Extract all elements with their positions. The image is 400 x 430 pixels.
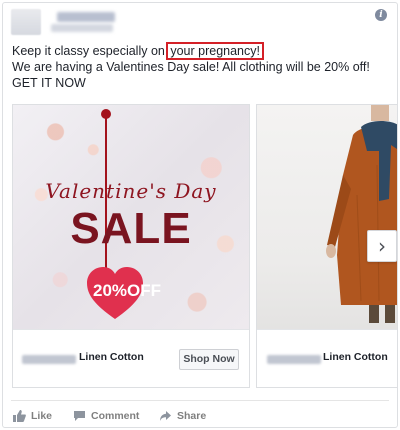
actions-divider <box>11 400 389 401</box>
valentines-script-text: Valentine's Day <box>45 179 217 203</box>
card-title[interactable]: Linen Cotton <box>323 351 388 363</box>
post-text-line2: We are having a Valentines Day sale! All… <box>12 60 370 90</box>
comment-button[interactable]: Comment <box>73 408 139 426</box>
product-name-blurred <box>267 355 321 364</box>
ad-carousel: Valentine's Day SALE 20%OFF Linen Cotton… <box>12 104 397 388</box>
page-avatar[interactable] <box>11 9 41 35</box>
share-button[interactable]: Share <box>159 408 206 426</box>
sponsored-label-blurred <box>51 24 113 32</box>
post-actions: Like Comment Share <box>13 408 373 426</box>
comment-bubble-icon <box>74 411 85 422</box>
product-name-blurred <box>22 355 76 364</box>
page-name-blurred[interactable] <box>57 12 115 22</box>
carousel-next-icon[interactable]: › <box>367 230 397 262</box>
facebook-post: i Keep it classy especially on your preg… <box>2 2 398 428</box>
thumbs-up-icon <box>13 410 26 423</box>
dress-product-image[interactable] <box>257 105 397 329</box>
share-arrow-icon <box>160 411 171 422</box>
card-title[interactable]: Linen Cotton <box>79 351 144 363</box>
post-text-start: Keep it classy especially on <box>12 44 169 58</box>
info-icon[interactable]: i <box>375 9 387 21</box>
post-header: i <box>11 9 389 39</box>
model-in-dress-illustration <box>326 105 397 323</box>
like-label: Like <box>31 410 53 422</box>
share-label: Share <box>177 410 207 422</box>
card-footer: Linen Cotton Shop Now <box>13 329 249 387</box>
highlighted-phrase: your pregnancy! <box>166 42 264 60</box>
like-button[interactable]: Like <box>13 408 52 426</box>
shop-now-button[interactable]: Shop Now <box>179 349 239 370</box>
comment-label: Comment <box>91 410 140 422</box>
post-message: Keep it classy especially on your pregna… <box>12 42 392 91</box>
carousel-card-valentines[interactable]: Valentine's Day SALE 20%OFF Linen Cotton… <box>12 104 250 388</box>
discount-badge-text: 20%OFF <box>93 281 162 300</box>
ribbon-pin <box>101 109 111 119</box>
card-footer: Linen Cotton <box>257 329 397 387</box>
sale-text: SALE <box>70 204 192 253</box>
valentines-sale-image[interactable]: Valentine's Day SALE 20%OFF <box>13 105 249 329</box>
